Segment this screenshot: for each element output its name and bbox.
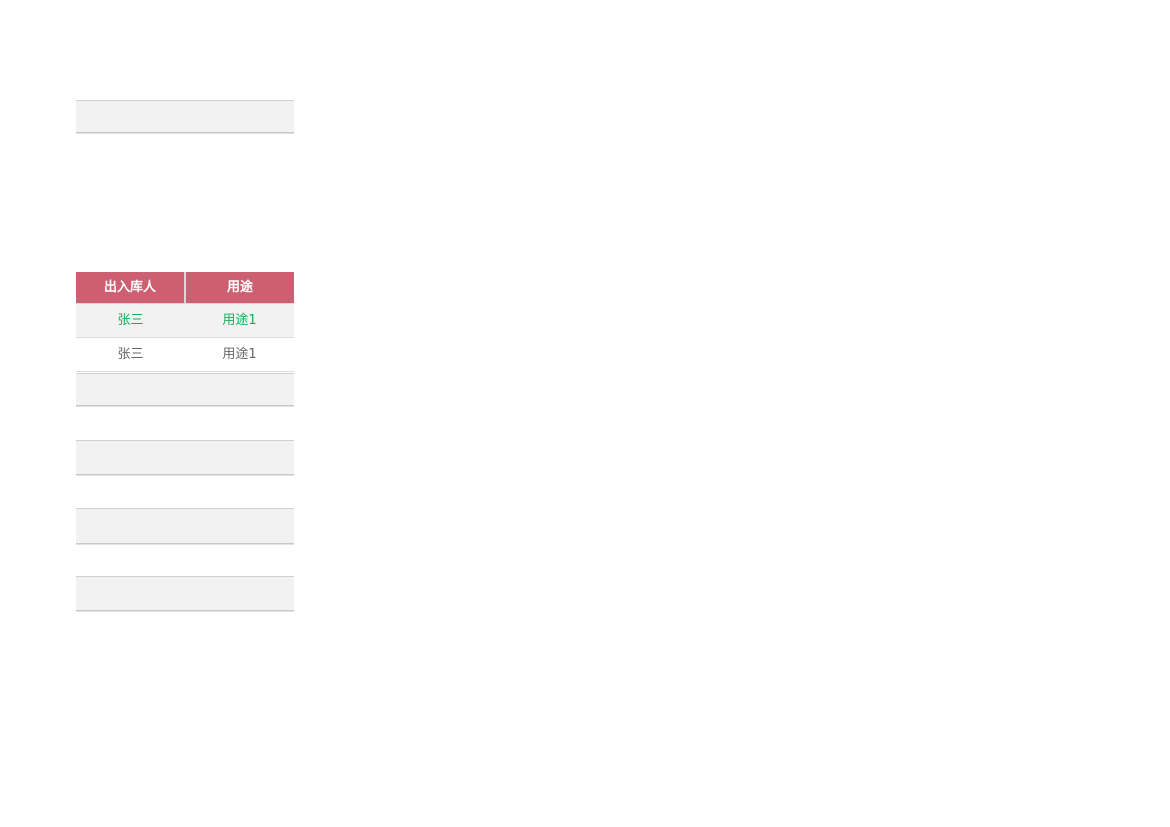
placeholder-bar-2[interactable] [76,440,294,476]
table-header-row: 出入库人 用途 [76,272,294,304]
cell-purpose: 用途1 [185,337,294,372]
table-row[interactable]: 张三 用途1 [76,303,294,338]
cell-operator: 张三 [76,303,185,338]
placeholder-bar-top[interactable] [76,100,294,134]
cell-purpose: 用途1 [185,303,294,338]
placeholder-bar-3[interactable] [76,508,294,545]
table-body: 张三 用途1 张三 用途1 [76,303,294,372]
cell-operator: 张三 [76,337,185,372]
table-row[interactable]: 张三 用途1 [76,337,294,372]
column-header-operator[interactable]: 出入库人 [76,272,186,304]
records-table: 出入库人 用途 张三 用途1 张三 用途1 [76,272,294,372]
data-table-container: 出入库人 用途 张三 用途1 张三 用途1 [76,272,294,372]
placeholder-bar-4[interactable] [76,576,294,612]
table-header: 出入库人 用途 [76,272,294,304]
placeholder-bar-1[interactable] [76,373,294,407]
page-root: 出入库人 用途 张三 用途1 张三 用途1 [0,0,1170,827]
column-header-purpose[interactable]: 用途 [185,272,294,304]
